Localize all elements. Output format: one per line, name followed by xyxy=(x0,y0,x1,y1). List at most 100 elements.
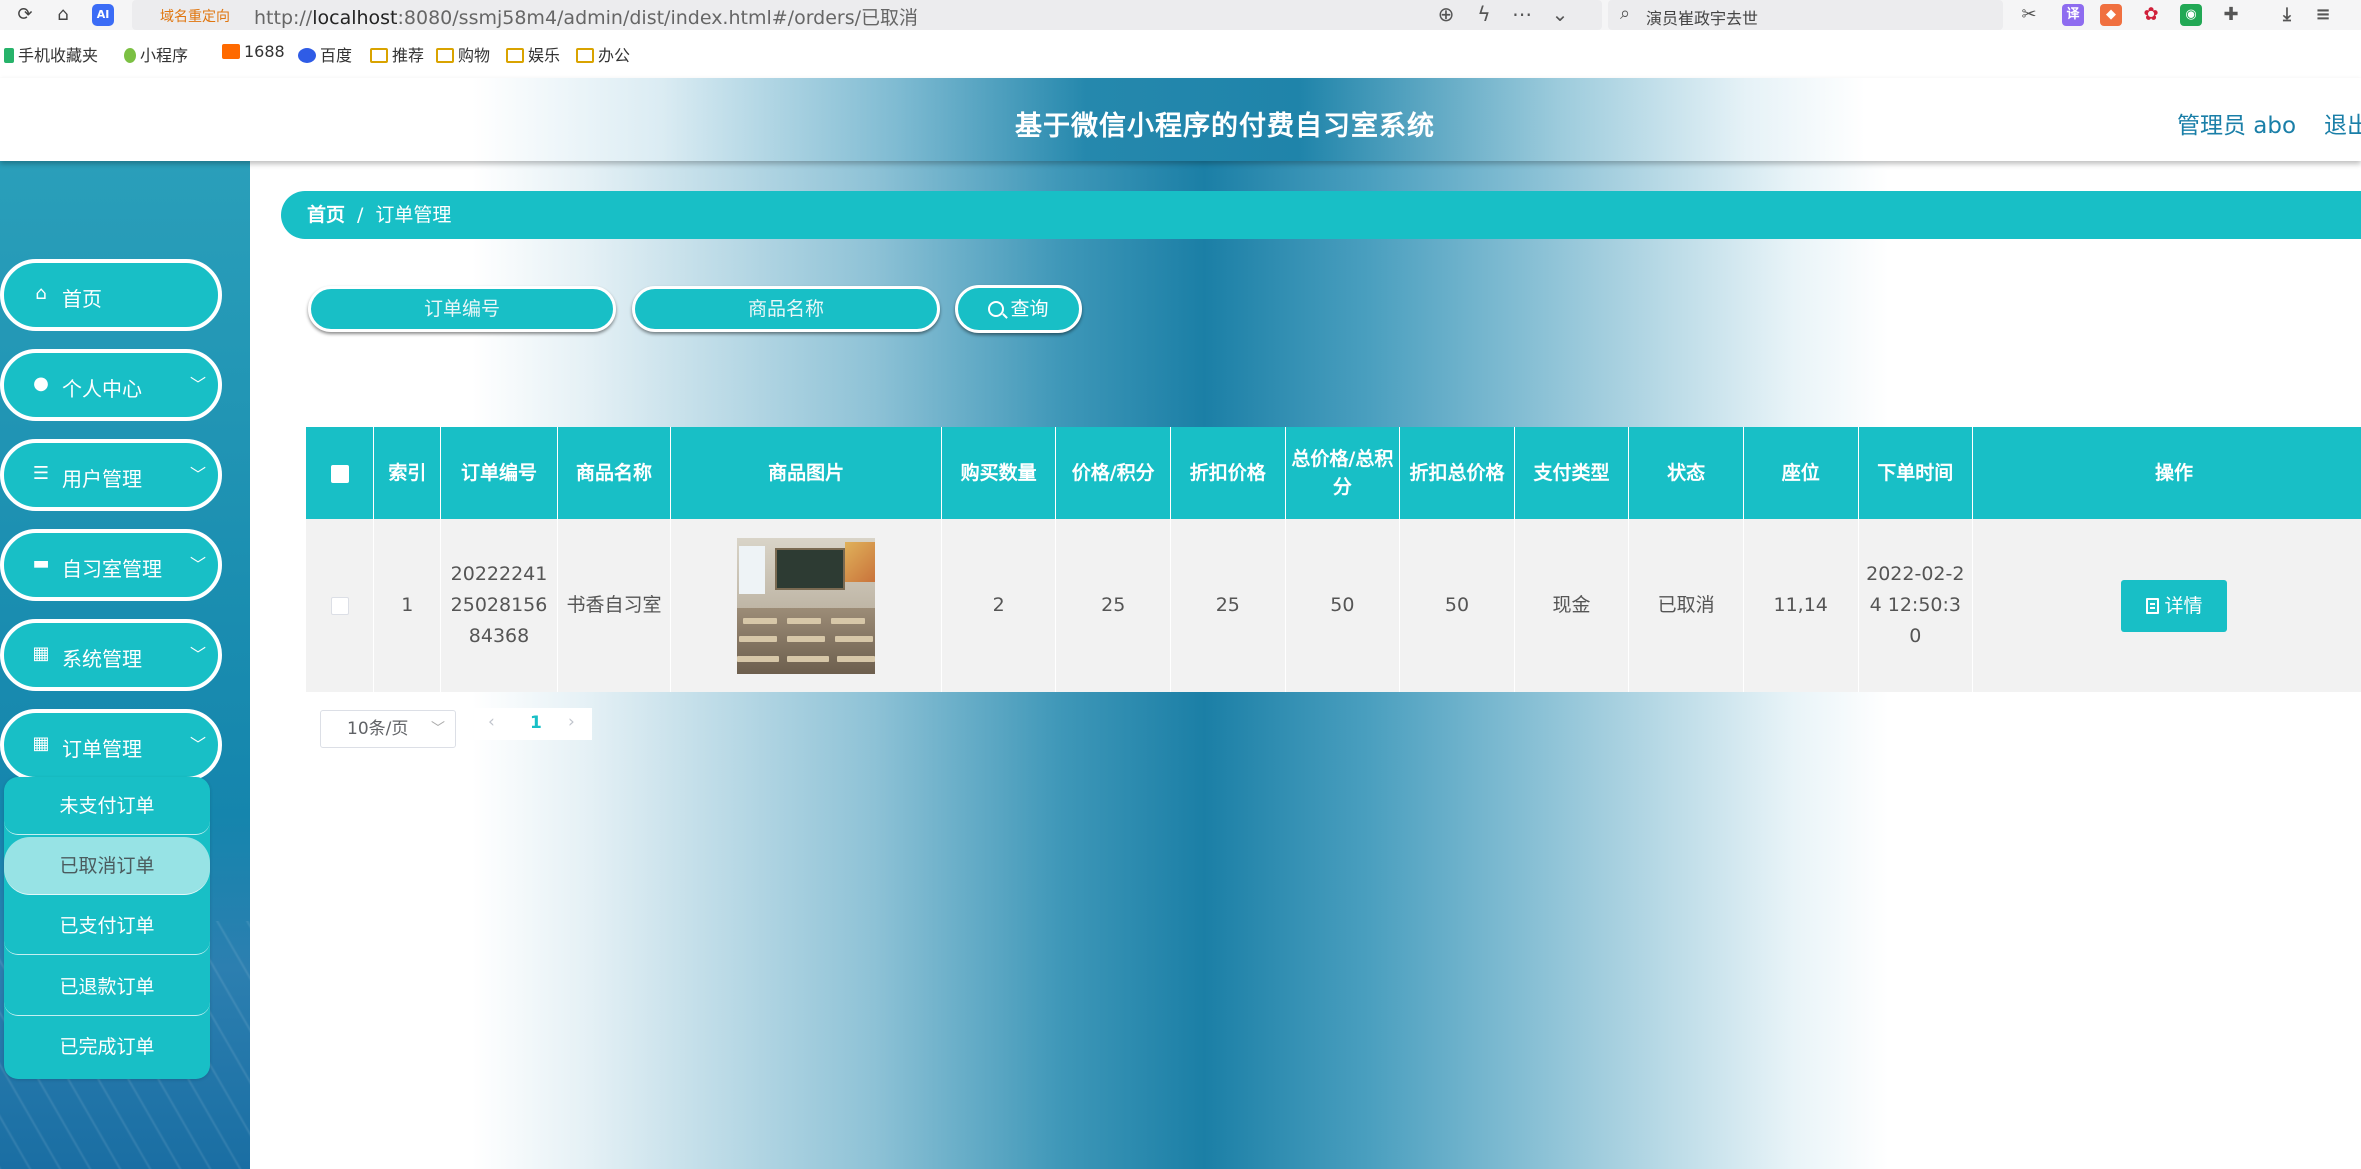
bookmark-office[interactable]: 办公 xyxy=(576,42,630,66)
column-header: 下单时间 xyxy=(1858,427,1974,519)
home-icon: ⌂ xyxy=(35,283,47,304)
column-header: 总价格/总积分 xyxy=(1285,427,1401,519)
column-header: 折扣价格 xyxy=(1170,427,1286,519)
app-root: 基于微信小程序的付费自习室系统 管理员 abo 退出 ⌂ 首页 ● 个人中心 ﹀… xyxy=(0,78,2361,1169)
grid-icon: ▦ xyxy=(32,643,50,664)
sidebar-item-orders[interactable]: ▦ 订单管理 ﹀ xyxy=(0,709,222,781)
sidebar: ⌂ 首页 ● 个人中心 ﹀ ☰ 用户管理 ﹀ ▬ 自习室管理 ﹀ ▦ 系统管理 … xyxy=(0,161,250,1169)
lightning-icon[interactable]: ϟ xyxy=(1472,2,1496,26)
bookmark-baidu[interactable]: 百度 xyxy=(298,42,352,66)
cell-actions: 详情 xyxy=(1972,519,2361,692)
sidebar-item-study-rooms[interactable]: ▬ 自习室管理 ﹀ xyxy=(0,529,222,601)
sidebar-item-home[interactable]: ⌂ 首页 xyxy=(0,259,222,331)
column-header: 索引 xyxy=(373,427,442,519)
bookmark-entertainment[interactable]: 娱乐 xyxy=(506,42,560,66)
user-icon: ● xyxy=(33,373,49,394)
chevron-down-icon[interactable]: ⌄ xyxy=(1548,2,1572,26)
cell-status: 已取消 xyxy=(1628,519,1744,692)
cell-discount-total: 50 xyxy=(1399,519,1515,692)
sidebar-item-label: 系统管理 xyxy=(62,647,142,671)
browser-search-box[interactable]: ⌕ 演员崔政宇去世 xyxy=(1608,0,2003,30)
bookmark-recommend[interactable]: 推荐 xyxy=(370,42,424,66)
cell-order-time: 2022-02-24 12:50:30 xyxy=(1858,519,1974,692)
column-header: 折扣总价格 xyxy=(1399,427,1515,519)
scissors-icon[interactable]: ✂ xyxy=(2018,4,2040,26)
orders-submenu: 未支付订单 已取消订单 已支付订单 已退款订单 已完成订单 xyxy=(4,777,210,1079)
sidebar-item-system[interactable]: ▦ 系统管理 ﹀ xyxy=(0,619,222,691)
bookmark-mini-program[interactable]: 小程序 xyxy=(124,42,188,66)
column-header: 商品图片 xyxy=(670,427,942,519)
url-text[interactable]: http://localhost:8080/ssmj58m4/admin/dis… xyxy=(254,3,918,30)
search-icon: ⌕ xyxy=(1620,3,1631,24)
folder-icon xyxy=(370,48,388,63)
browser-search-text[interactable]: 演员崔政宇去世 xyxy=(1646,5,1758,29)
game-icon[interactable]: ◆ xyxy=(2100,4,2122,26)
cell-price: 25 xyxy=(1055,519,1172,692)
folder-icon xyxy=(506,48,524,63)
sidebar-item-label: 首页 xyxy=(62,287,102,311)
product-image[interactable] xyxy=(737,537,876,674)
submenu-refunded-orders[interactable]: 已退款订单 xyxy=(4,958,210,1016)
select-all-cell[interactable] xyxy=(306,427,375,519)
current-page[interactable]: 1 xyxy=(530,713,542,733)
home-icon[interactable]: ⌂ xyxy=(52,4,74,26)
bookmark-1688[interactable]: 1688 xyxy=(222,42,285,61)
cell-total: 50 xyxy=(1285,519,1401,692)
column-header: 商品名称 xyxy=(557,427,672,519)
row-checkbox[interactable] xyxy=(330,596,349,615)
select-all-checkbox[interactable] xyxy=(330,464,349,483)
sidebar-item-label: 自习室管理 xyxy=(62,557,162,581)
address-bar[interactable]: 域名重定向 http://localhost:8080/ssmj58m4/adm… xyxy=(132,0,1602,30)
page-size-select[interactable]: 10条/页 ﹀ xyxy=(320,710,456,748)
chevron-down-icon: ﹀ xyxy=(431,721,445,737)
column-header: 座位 xyxy=(1743,427,1859,519)
admin-user-label[interactable]: 管理员 abo xyxy=(2177,106,2296,140)
next-page-icon[interactable]: › xyxy=(568,712,575,732)
chevron-down-icon: ﹀ xyxy=(190,375,207,394)
submenu-unpaid-orders[interactable]: 未支付订单 xyxy=(4,777,210,835)
table-header-row: 索引 订单编号 商品名称 商品图片 购买数量 价格/积分 折扣价格 总价格/总积… xyxy=(306,427,2361,519)
bookmark-shopping[interactable]: 购物 xyxy=(436,42,490,66)
sidebar-item-profile[interactable]: ● 个人中心 ﹀ xyxy=(0,349,222,421)
column-header: 购买数量 xyxy=(941,427,1057,519)
list-icon: ☰ xyxy=(32,463,50,484)
submenu-paid-orders[interactable]: 已支付订单 xyxy=(4,897,210,955)
detail-button[interactable]: 详情 xyxy=(2121,579,2228,632)
column-header: 支付类型 xyxy=(1514,427,1630,519)
redirect-tag: 域名重定向 xyxy=(160,9,230,25)
browser-toolbar: ⟳ ⌂ AI 域名重定向 http://localhost:8080/ssmj5… xyxy=(0,0,2361,30)
extensions-icon[interactable]: ✚ xyxy=(2220,4,2242,26)
sidebar-item-users[interactable]: ☰ 用户管理 ﹀ xyxy=(0,439,222,511)
cell-product-image xyxy=(670,519,942,692)
bookmark-phone[interactable]: 手机收藏夹 xyxy=(4,42,98,66)
download-icon[interactable]: ⤓ xyxy=(2276,4,2298,26)
order-number-input[interactable] xyxy=(308,286,616,332)
more-icon[interactable]: ⋯ xyxy=(1510,2,1534,26)
reload-icon[interactable]: ⟳ xyxy=(14,4,36,26)
product-name-input[interactable] xyxy=(632,286,940,332)
sidebar-item-label: 个人中心 xyxy=(62,377,142,401)
1688-icon xyxy=(222,44,240,59)
pagination: ‹ 1 › xyxy=(474,708,592,740)
chevron-down-icon: ﹀ xyxy=(190,645,207,664)
ai-assistant-icon[interactable]: AI xyxy=(92,4,114,26)
row-select-cell[interactable] xyxy=(306,519,375,692)
prev-page-icon[interactable]: ‹ xyxy=(488,712,495,732)
zoom-icon[interactable]: ⊕ xyxy=(1434,2,1458,26)
huawei-icon[interactable]: ✿ xyxy=(2140,4,2162,26)
menu-icon[interactable]: ≡ xyxy=(2312,4,2334,26)
translate-icon[interactable]: 译 xyxy=(2062,4,2084,26)
sidebar-item-label: 订单管理 xyxy=(62,737,142,761)
baidu-icon xyxy=(298,48,316,63)
query-button[interactable]: 查询 xyxy=(955,285,1082,333)
breadcrumb-home[interactable]: 首页 xyxy=(307,204,345,226)
breadcrumb-separator: / xyxy=(357,204,364,226)
wechat-icon[interactable]: ◉ xyxy=(2180,4,2202,26)
logout-link[interactable]: 退出 xyxy=(2324,106,2361,140)
breadcrumb: 首页 / 订单管理 xyxy=(281,191,2361,239)
submenu-completed-orders[interactable]: 已完成订单 xyxy=(4,1018,210,1076)
orders-table: 索引 订单编号 商品名称 商品图片 购买数量 价格/积分 折扣价格 总价格/总积… xyxy=(306,427,2361,692)
book-icon: ▬ xyxy=(32,553,50,574)
search-icon xyxy=(988,301,1005,317)
submenu-cancelled-orders[interactable]: 已取消订单 xyxy=(4,837,210,895)
